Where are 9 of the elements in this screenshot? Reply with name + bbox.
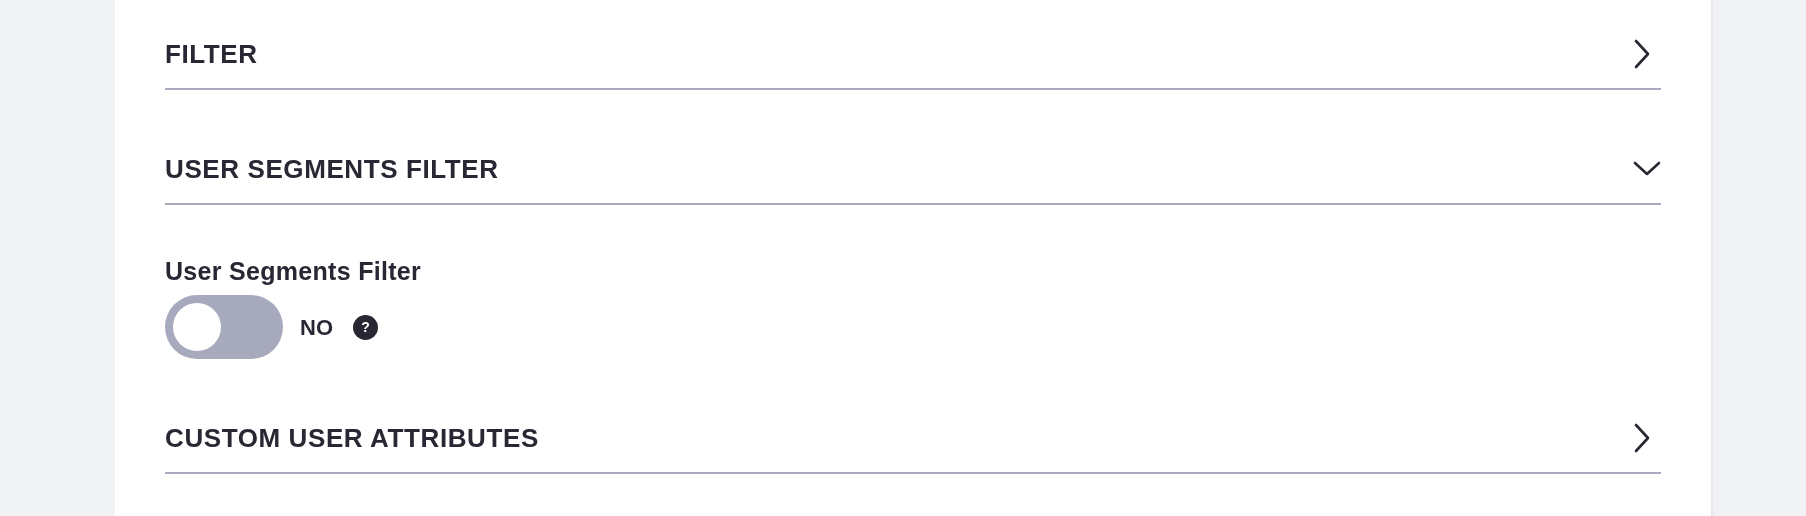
field-label: User Segments Filter <box>165 256 423 287</box>
section-header[interactable]: USER SEGMENTS FILTER <box>165 135 1661 205</box>
chevron-right-icon <box>1633 39 1651 69</box>
toggle-state-text: NO <box>300 313 333 342</box>
chevron-right-icon <box>1633 423 1651 453</box>
section-header[interactable]: FILTER <box>165 20 1661 90</box>
section-header[interactable]: CUSTOM USER ATTRIBUTES <box>165 404 1661 474</box>
help-icon[interactable]: ? <box>353 314 378 340</box>
chevron-down-icon <box>1633 160 1661 178</box>
